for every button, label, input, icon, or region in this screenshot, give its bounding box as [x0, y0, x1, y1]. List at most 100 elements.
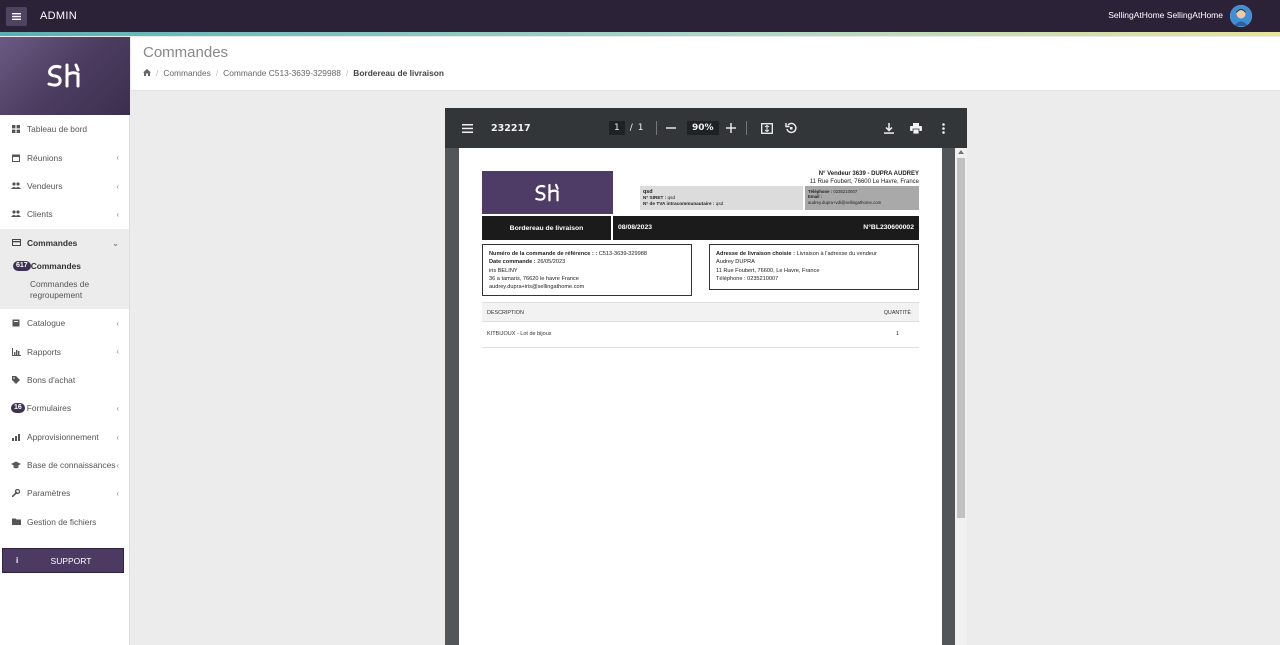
client-name: iris BELINY	[489, 267, 518, 274]
row-description: KITBIJOUX - Lot de bijoux	[487, 331, 552, 337]
page-header: Commandes / Commandes / Commande C513-36…	[131, 37, 1280, 91]
sidebar-item-approvisionnement[interactable]: Approvisionnement ‹	[0, 423, 129, 451]
breadcrumb-separator: /	[156, 68, 159, 78]
fit-page-button[interactable]	[761, 108, 773, 148]
kebab-menu-icon	[942, 122, 945, 134]
chevron-left-icon: ‹	[116, 210, 119, 220]
support-button[interactable]: i SUPPORT	[2, 548, 124, 573]
sidebar-item-label: Paramètres	[27, 488, 71, 499]
chevron-down-icon: ⌄	[112, 238, 119, 248]
chevron-left-icon: ‹	[116, 318, 119, 328]
pdf-toolbar: 232217 1 / 1 90%	[445, 108, 967, 148]
sidebar-item-gestion-fichiers[interactable]: Gestion de fichiers	[0, 508, 129, 536]
ref-label: Numéro de la commande de référence : :	[489, 251, 598, 257]
pdf-page-nav: 1 / 1	[609, 108, 644, 148]
sidebar-item-tableau-de-bord[interactable]: Tableau de bord	[0, 115, 129, 143]
zoom-level[interactable]: 90%	[687, 108, 719, 148]
sidebar-item-base-connaissances[interactable]: Base de connaissances ‹	[0, 451, 129, 479]
logo-icon	[47, 63, 80, 88]
seller-number: N° Vendeur 3639 - DUPRA AUDREY	[818, 171, 919, 177]
sidebar-item-label: Clients	[27, 209, 53, 220]
document-date: 08/08/2023	[618, 224, 653, 231]
pdf-menu-button[interactable]	[462, 108, 473, 148]
card-icon	[11, 238, 21, 248]
column-quantity: QUANTITÉ	[883, 310, 911, 316]
document-title: Bordereau de livraison	[482, 216, 613, 240]
menu-toggle-button[interactable]	[6, 6, 27, 26]
table-row: KITBIJOUX - Lot de bijoux 1	[482, 322, 919, 348]
download-icon	[884, 122, 894, 134]
sidebar-subitem-regroupement[interactable]: Commandes de regroupement	[0, 275, 129, 309]
zoom-in-button[interactable]	[726, 108, 736, 148]
chart-icon	[11, 432, 21, 442]
page-title: Commandes	[143, 44, 229, 61]
page-number-input[interactable]: 1	[609, 121, 625, 135]
row-quantity: 1	[895, 331, 899, 337]
rotate-icon	[785, 122, 797, 134]
chevron-left-icon: ‹	[116, 347, 119, 357]
wrench-icon	[11, 488, 21, 498]
toolbar-divider	[746, 121, 747, 135]
page-separator: /	[629, 123, 633, 133]
sidebar-nav: Tableau de bord Réunions ‹ Vendeurs ‹ Cl…	[0, 115, 129, 536]
home-icon[interactable]	[143, 68, 151, 78]
delivery-name: Audrey DUPRA	[716, 259, 755, 266]
sidebar-item-label: Vendeurs	[27, 180, 63, 191]
zoom-out-button[interactable]	[666, 108, 676, 148]
minus-icon	[666, 127, 676, 129]
sidebar-item-rapports[interactable]: Rapports ‹	[0, 337, 129, 365]
order-date-value: 26/05/2023	[537, 259, 566, 266]
scroll-up-arrow[interactable]	[958, 150, 964, 154]
sidebar-item-label: Formulaires	[26, 403, 72, 414]
sidebar-logo[interactable]	[0, 37, 130, 115]
email-value: audrey.dupra+vdi@sellingathome.com	[808, 199, 882, 205]
chevron-left-icon: ‹	[116, 489, 119, 499]
ref-value: C513-3639-329988	[598, 251, 647, 257]
tva-label: N° de TVA intracommunautaire :	[643, 201, 715, 206]
rotate-button[interactable]	[785, 108, 797, 148]
phone-value: 0235210007	[833, 189, 858, 194]
chevron-left-icon: ‹	[116, 432, 119, 442]
sidebar-item-formulaires[interactable]: 16 Formulaires ‹	[0, 394, 129, 422]
zoom-value: 90%	[687, 121, 719, 135]
sidebar-item-reunions[interactable]: Réunions ‹	[0, 143, 129, 171]
page-total: 1	[637, 123, 644, 133]
forms-count-badge: 16	[11, 403, 25, 414]
scrollbar-thumb[interactable]	[957, 158, 965, 518]
sidebar-item-label: Réunions	[27, 152, 63, 163]
avatar-icon	[1230, 5, 1252, 27]
sidebar-item-parametres[interactable]: Paramètres ‹	[0, 479, 129, 507]
seller-address: 11 Rue Foubert, 76600 Le Havre, France	[809, 178, 919, 185]
seller-header: N° Vendeur 3639 - DUPRA AUDREY 11 Rue Fo…	[810, 171, 919, 186]
contact-info-box: Téléphone : 0235210007 Email : audrey.du…	[805, 186, 919, 210]
sidebar-item-clients[interactable]: Clients ‹	[0, 200, 129, 228]
sidebar-item-catalogue[interactable]: Catalogue ‹	[0, 309, 129, 337]
print-button[interactable]	[910, 108, 922, 148]
folder-icon	[11, 517, 21, 527]
order-reference-box: Numéro de la commande de référence : : C…	[482, 244, 692, 296]
sidebar-item-bons-achat[interactable]: Bons d'achat	[0, 366, 129, 394]
sidebar-subitem-commandes[interactable]: 617 Commandes	[0, 257, 129, 275]
items-table-header: DESCRIPTION QUANTITÉ	[482, 302, 919, 322]
breadcrumb-link-commandes[interactable]: Commandes	[163, 68, 210, 78]
bar-chart-icon	[11, 347, 21, 357]
document-logo	[482, 171, 613, 214]
delivery-label: Adresse de livraison choisie :	[716, 251, 795, 257]
user-avatar[interactable]	[1230, 5, 1252, 27]
document-number: N°BL230600002	[863, 224, 914, 231]
more-options-button[interactable]	[942, 108, 945, 148]
sidebar-subitem-label: Commandes	[30, 260, 81, 271]
orders-count-badge: 617	[13, 260, 31, 271]
delivery-phone: Téléphone : 0235210007	[716, 275, 779, 282]
pdf-scrollbar[interactable]	[955, 148, 967, 645]
sidebar-group-commandes: Commandes ⌄ 617 Commandes Commandes de r…	[0, 228, 129, 309]
hamburger-icon	[462, 123, 473, 133]
print-icon	[910, 122, 922, 134]
user-name[interactable]: SellingAtHome SellingAtHome	[1108, 10, 1223, 20]
breadcrumb-link-commande[interactable]: Commande C513-3639-329988	[223, 68, 341, 78]
client-address: 36 a tamaris, 76620 le havre France	[489, 275, 579, 282]
sidebar-item-vendeurs[interactable]: Vendeurs ‹	[0, 172, 129, 200]
download-button[interactable]	[884, 108, 894, 148]
logo-icon	[534, 183, 559, 201]
sidebar-item-commandes[interactable]: Commandes ⌄	[0, 228, 129, 257]
